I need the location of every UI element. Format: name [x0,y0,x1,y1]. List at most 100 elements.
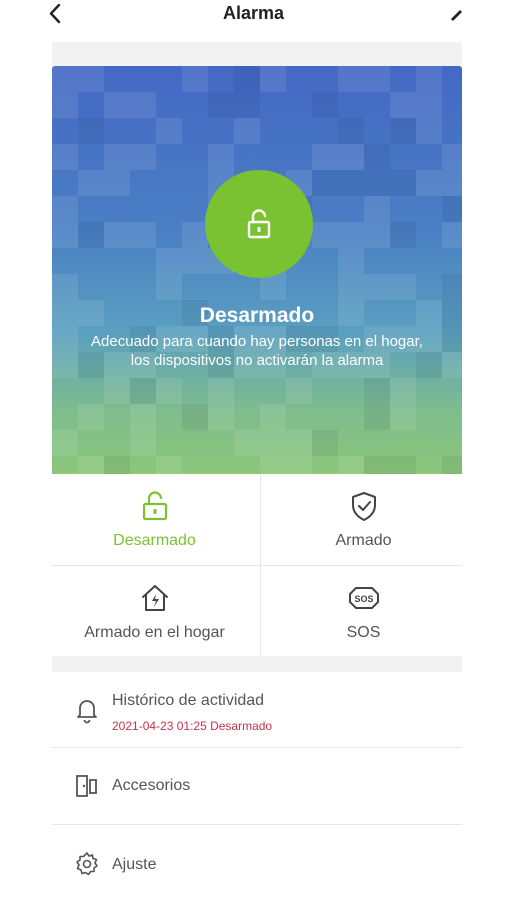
pattern-tile [312,222,338,248]
pattern-tile [260,456,286,474]
pattern-tile [312,92,338,118]
pattern-tile [442,456,462,474]
pattern-tile [286,456,312,474]
pattern-tile [416,118,442,144]
unlock-icon [247,209,271,239]
pattern-tile [234,66,260,92]
activity-history-item[interactable]: Histórico de actividad 2021-04-23 01:25 … [52,672,462,748]
pattern-tile [442,144,462,170]
mode-grid: Desarmado Armado Armado en el hogar SOS … [52,474,462,656]
pattern-tile [364,378,390,404]
pattern-tile [260,430,286,456]
pattern-tile [156,456,182,474]
status-description: Adecuado para cuando hay personas en el … [91,333,423,369]
last-event-text: 2021-04-23 01:25 Desarmado [112,719,273,733]
pattern-tile [52,92,78,118]
pattern-tile [52,222,78,248]
mode-armed-button[interactable]: Armado [261,474,466,565]
pattern-tile [78,222,104,248]
pattern-tile [52,326,78,352]
pattern-tile [364,404,390,430]
mode-home-armed-button[interactable]: Armado en el hogar [52,566,257,657]
pattern-tile [442,170,462,196]
pattern-tile [260,404,286,430]
disarm-status-button[interactable] [205,170,313,278]
menu-list: Histórico de actividad 2021-04-23 01:25 … [52,672,462,900]
pattern-tile [156,118,182,144]
pattern-tile [390,118,416,144]
pattern-tile [442,274,462,300]
pattern-tile [104,378,130,404]
pattern-tile [390,378,416,404]
menu-item-label: Accesorios [112,777,191,794]
unlock-icon [142,491,167,521]
pattern-tile [442,352,462,378]
svg-text:SOS: SOS [354,594,373,604]
pattern-tile [130,92,156,118]
pattern-tile [442,326,462,352]
pattern-tile [338,274,364,300]
pattern-tile [130,144,156,170]
pattern-tile [104,456,130,474]
pencil-icon [451,10,462,21]
pattern-tile [156,378,182,404]
pattern-tile [364,456,390,474]
pattern-tile [338,66,364,92]
pattern-tile [364,222,390,248]
pattern-tile [312,170,338,196]
pattern-tile [312,144,338,170]
menu-item-label: Ajuste [112,856,157,873]
pattern-tile [78,456,104,474]
door-sensor-icon [76,775,97,797]
home-bolt-icon [141,585,168,611]
pattern-tile [234,118,260,144]
shield-check-icon [351,492,376,521]
pattern-tile [390,170,416,196]
sos-icon: SOS [348,587,379,609]
mode-disarmed-button[interactable]: Desarmado [52,474,257,565]
pattern-tile [130,222,156,248]
pattern-tile [338,456,364,474]
edit-button[interactable] [448,6,464,22]
pattern-tile [312,430,338,456]
pattern-tile [78,170,104,196]
pattern-tile [260,66,286,92]
pattern-tile [208,144,234,170]
pattern-tile [390,92,416,118]
mode-label: SOS [346,624,381,641]
pattern-tile [104,222,130,248]
pattern-tile [78,404,104,430]
accessories-item[interactable]: Accesorios [52,749,462,825]
mode-label: Armado [335,532,392,549]
pattern-tile [104,144,130,170]
pattern-tile [234,430,260,456]
pattern-tile [364,170,390,196]
pattern-tile [52,352,78,378]
pattern-tile [390,404,416,430]
pattern-tile [364,66,390,92]
settings-item[interactable]: Ajuste [52,826,462,900]
pattern-tile [52,430,78,456]
pattern-tile [416,92,442,118]
pattern-tile [208,378,234,404]
mode-sos-button[interactable]: SOS SOS [261,566,466,657]
pattern-tile [416,170,442,196]
menu-item-label: Histórico de actividad [112,692,265,709]
bell-icon [77,700,97,724]
mode-label: Armado en el hogar [84,624,225,641]
pattern-tile [182,66,208,92]
pattern-tile [104,170,130,196]
pattern-tile [208,92,234,118]
pattern-tile [130,378,156,404]
phone-content: Desarmado Adecuado para cuando hay perso… [52,42,462,900]
pattern-tile [78,118,104,144]
pattern-tile [182,404,208,430]
app-header: Alarma [0,0,507,42]
status-title: Desarmado [199,304,315,327]
pattern-tile [338,170,364,196]
pattern-tile [416,66,442,92]
pattern-tile [260,274,286,300]
pattern-tile [286,378,312,404]
pattern-tile [442,196,462,222]
pattern-tile [364,196,390,222]
